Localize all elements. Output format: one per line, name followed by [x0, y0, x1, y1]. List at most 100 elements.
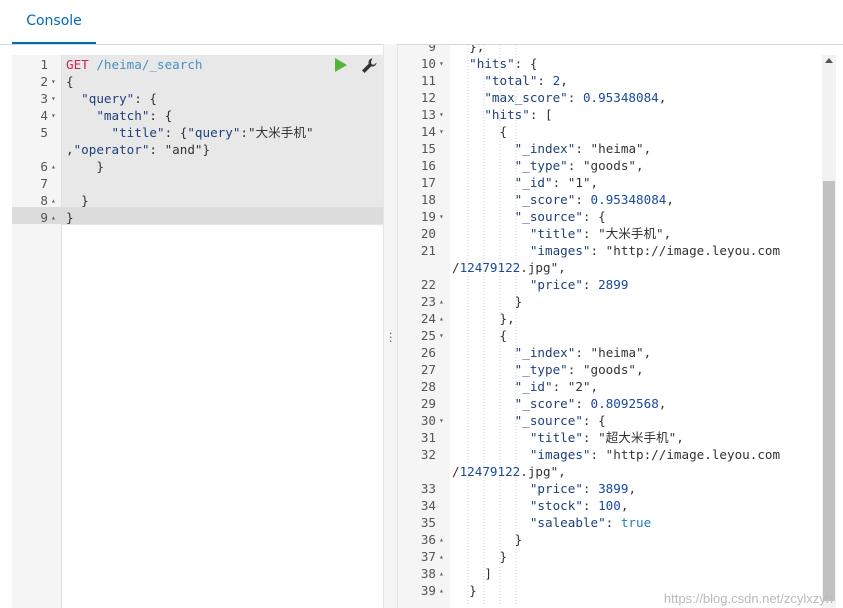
line-number: 19 — [420, 209, 436, 224]
code-text: "total": 2, — [484, 73, 568, 88]
line-number: 9 — [428, 45, 436, 54]
code-text: } — [66, 210, 74, 225]
line-number: 2 — [40, 74, 48, 89]
code-text: "title": {"query":"大米手机" — [111, 125, 314, 140]
line-number: 30 — [420, 413, 436, 428]
pane-resizer[interactable]: · · · — [383, 44, 398, 608]
play-icon[interactable] — [335, 58, 347, 72]
fold-toggle-icon[interactable]: ▴ — [439, 531, 444, 548]
code-text: } — [454, 583, 477, 598]
fold-toggle-icon[interactable]: ▾ — [51, 90, 56, 107]
code-text: "match": { — [96, 108, 173, 123]
line-number: 29 — [420, 396, 436, 411]
code-text: "title": "超大米手机", — [529, 430, 684, 445]
code-text: GET /heima/_search — [66, 57, 203, 72]
line-number: 11 — [420, 73, 436, 88]
line-number: 26 — [420, 345, 436, 360]
code-text: "price": 2899 — [529, 277, 629, 292]
code-text: }, — [454, 311, 515, 326]
fold-toggle-icon[interactable]: ▴ — [439, 548, 444, 565]
line-number: 34 — [420, 498, 436, 513]
fold-toggle-icon[interactable]: ▾ — [439, 327, 444, 344]
code-text: } — [454, 532, 523, 547]
code-text: "query": { — [81, 91, 157, 106]
line-number: 8 — [40, 193, 48, 208]
code-text: "_score": 0.95348084, — [514, 192, 674, 207]
line-number: 36 — [420, 532, 436, 547]
code-text: }, — [454, 45, 485, 54]
code-text: "_score": 0.8092568, — [514, 396, 667, 411]
line-number: 28 — [420, 379, 436, 394]
code-text: } — [454, 549, 508, 564]
fold-toggle-icon[interactable]: ▾ — [439, 412, 444, 429]
code-text: } — [66, 159, 104, 174]
line-number: 3 — [40, 91, 48, 106]
code-text: "_index": "heima", — [514, 141, 652, 156]
line-number: 14 — [420, 124, 436, 139]
line-number: 32 — [420, 447, 436, 462]
line-number: 25 — [420, 328, 436, 343]
fold-toggle-icon[interactable]: ▴ — [439, 582, 444, 599]
scrollbar-thumb[interactable] — [823, 181, 835, 601]
code-text: "_id": "1", — [514, 175, 599, 190]
response-scrollbar[interactable] — [822, 55, 836, 608]
line-number: 22 — [420, 277, 436, 292]
fold-toggle-icon[interactable]: ▴ — [439, 293, 444, 310]
code-text: "_source": { — [514, 209, 606, 224]
line-number: 38 — [420, 566, 436, 581]
fold-toggle-icon[interactable]: ▴ — [51, 209, 56, 226]
request-editor[interactable]: 1 GET /heima/_search 2 ▾{3 ▾ "query": {4 ▾ "m… — [12, 55, 383, 608]
response-viewer[interactable]: 9 }, 10 ▾ "hits": {11 "total": 2, 12 "max_s… — [398, 45, 843, 608]
line-number: 39 — [420, 583, 436, 598]
fold-toggle-icon[interactable]: ▾ — [439, 106, 444, 123]
fold-toggle-icon[interactable]: ▾ — [51, 107, 56, 124]
chevron-up-icon[interactable] — [825, 58, 833, 63]
code-text: ] — [454, 566, 492, 581]
line-number: 23 — [420, 294, 436, 309]
code-text: } — [454, 294, 523, 309]
line-number: 20 — [420, 226, 436, 241]
line-number: 4 — [40, 108, 48, 123]
code-text: "images": "http://image.leyou.com — [529, 243, 781, 258]
code-text: "_source": { — [514, 413, 606, 428]
line-number: 5 — [40, 125, 48, 140]
code-text: "price": 3899, — [529, 481, 637, 496]
fold-toggle-icon[interactable]: ▾ — [439, 208, 444, 225]
fold-toggle-icon[interactable]: ▾ — [439, 123, 444, 140]
wrench-icon[interactable] — [360, 57, 378, 75]
line-number: 27 — [420, 362, 436, 377]
line-number: 7 — [40, 176, 48, 191]
line-number: 18 — [420, 192, 436, 207]
code-text: /12479122.jpg", — [452, 464, 566, 479]
line-number: 37 — [420, 549, 436, 564]
code-text: "_type": "goods", — [514, 158, 644, 173]
line-number: 9 — [40, 210, 48, 225]
tab-console[interactable]: Console — [12, 0, 96, 44]
fold-toggle-icon[interactable]: ▴ — [51, 158, 56, 175]
line-number: 31 — [420, 430, 436, 445]
top-bar: Console — [0, 0, 843, 45]
fold-toggle-icon[interactable]: ▾ — [439, 55, 444, 72]
fold-toggle-icon[interactable]: ▾ — [51, 73, 56, 90]
code-text: ,"operator": "and"} — [66, 142, 211, 157]
code-text: "_id": "2", — [514, 379, 599, 394]
fold-toggle-icon[interactable]: ▴ — [439, 565, 444, 582]
line-number: 1 — [40, 57, 48, 72]
code-text: "max_score": 0.95348084, — [484, 90, 667, 105]
line-number: 15 — [420, 141, 436, 156]
drag-dots-icon: · · · — [389, 327, 393, 348]
code-text: "title": "大米手机", — [529, 226, 672, 241]
code-text: "images": "http://image.leyou.com — [529, 447, 781, 462]
fold-toggle-icon[interactable]: ▴ — [51, 192, 56, 209]
code-text: "saleable": true — [529, 515, 652, 530]
watermark: https://blog.csdn.net/zcylxzyh — [663, 591, 833, 606]
code-text: "_type": "goods", — [514, 362, 644, 377]
code-text: { — [454, 124, 508, 139]
fold-toggle-icon[interactable]: ▴ — [439, 310, 444, 327]
line-number: 17 — [420, 175, 436, 190]
line-number: 24 — [420, 311, 436, 326]
code-text: "stock": 100, — [529, 498, 629, 513]
code-text: "hits": { — [469, 56, 538, 71]
line-number: 13 — [420, 107, 436, 122]
line-number: 10 — [420, 56, 436, 71]
